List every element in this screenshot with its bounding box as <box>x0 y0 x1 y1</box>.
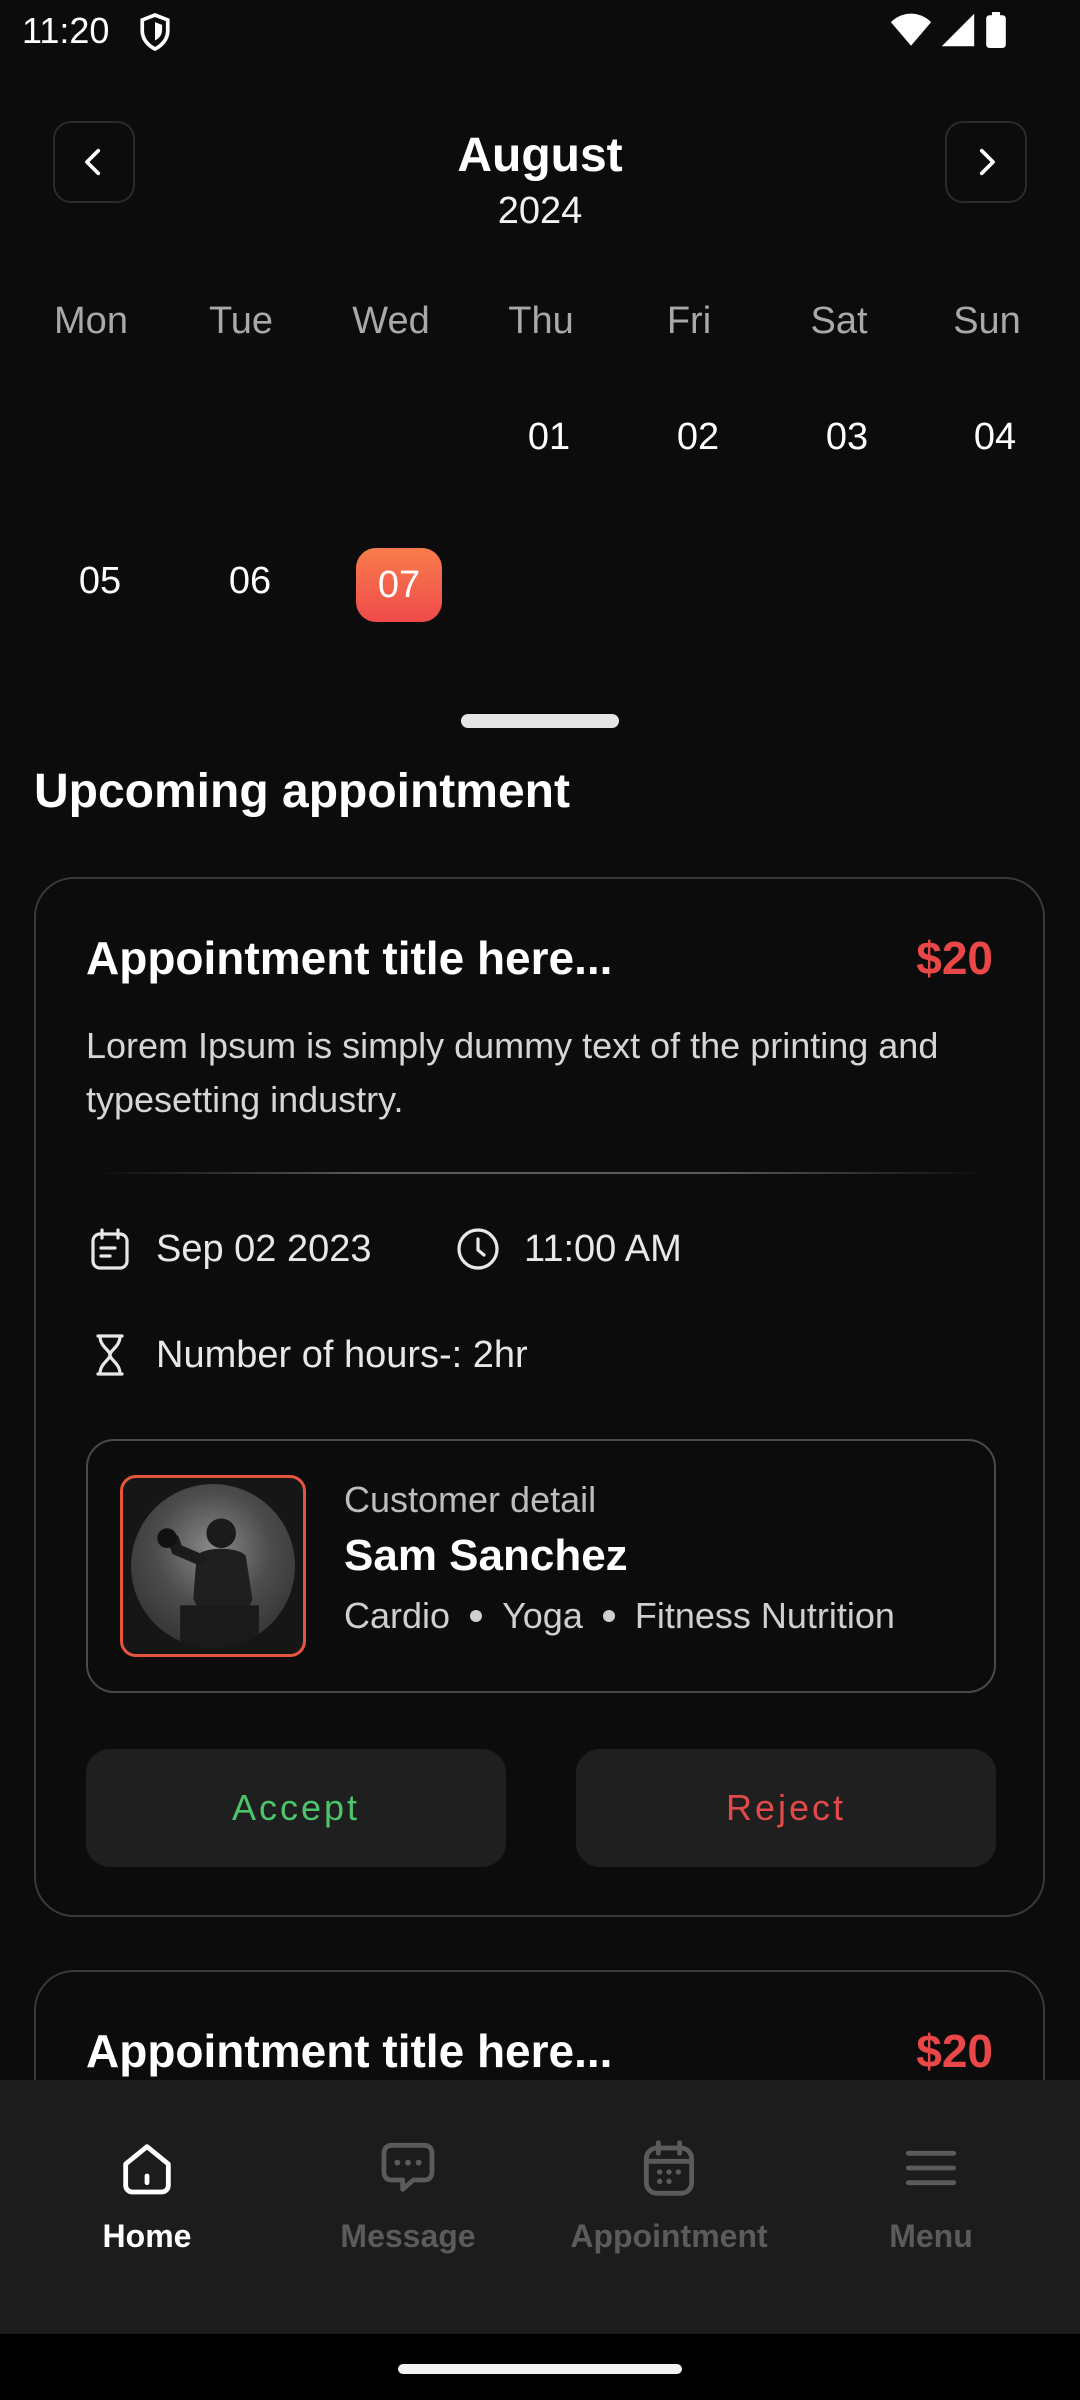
divider <box>96 1172 986 1174</box>
nav-message[interactable]: Message <box>278 2136 538 2255</box>
nav-menu[interactable]: Menu <box>801 2136 1061 2255</box>
customer-avatar <box>131 1484 295 1648</box>
battery-icon <box>986 12 1006 48</box>
section-title: Upcoming appointment <box>34 765 570 818</box>
reject-button[interactable]: Reject <box>576 1749 996 1867</box>
appointment-time: 11:00 AM <box>454 1225 682 1273</box>
calendar-day[interactable]: 02 <box>623 416 773 459</box>
separator-dot <box>470 1610 483 1622</box>
message-icon <box>381 2142 435 2192</box>
appointment-description: Lorem Ipsum is simply dummy text of the … <box>86 1025 939 1120</box>
sheet-drag-handle[interactable] <box>461 714 619 728</box>
nav-label: Home <box>102 2218 192 2254</box>
status-time: 11:20 <box>22 10 110 51</box>
weekday-fri: Fri <box>666 300 712 342</box>
appointment-title: Appointment title here... <box>86 932 613 984</box>
appointment-time-text: 11:00 AM <box>524 1227 682 1270</box>
wifi-icon <box>890 13 932 46</box>
appointment-hours-text: Number of hours-: 2hr <box>156 1333 528 1376</box>
calendar-icon <box>643 2140 695 2196</box>
fitness-person-icon <box>157 1518 259 1648</box>
weekday-mon: Mon <box>54 300 128 342</box>
clock-icon <box>457 1228 499 1270</box>
appointment-date: Sep 02 2023 <box>86 1225 372 1273</box>
bottom-navigation: Home Message Appointment Menu <box>0 2080 1080 2334</box>
appointment-hours: Number of hours-: 2hr <box>86 1331 528 1379</box>
next-month-button[interactable] <box>945 121 1027 203</box>
menu-icon <box>905 2150 957 2186</box>
weekday-wed: Wed <box>352 300 430 342</box>
month-title: August <box>457 129 623 182</box>
calendar-day[interactable]: 03 <box>772 416 922 459</box>
appointment-date-text: Sep 02 2023 <box>156 1227 372 1270</box>
customer-name: Sam Sanchez <box>344 1531 628 1580</box>
calendar-day[interactable]: 05 <box>25 560 175 603</box>
weekday-thu: Thu <box>508 300 574 342</box>
avatar-frame <box>120 1475 306 1657</box>
calendar-day-selected[interactable]: 07 <box>356 548 442 622</box>
appointment-title: Appointment title here... <box>86 2025 613 2077</box>
home-gesture-bar[interactable] <box>398 2364 682 2374</box>
nav-label: Message <box>340 2218 476 2254</box>
year-title: 2024 <box>497 190 583 232</box>
customer-tag: Fitness Nutrition <box>634 1595 895 1636</box>
app-screen: 11:20 August 2024 Mon Tue Wed Thu Fri Sa… <box>0 0 1080 2400</box>
calendar-day[interactable]: 01 <box>474 416 624 459</box>
appointment-card: Appointment title here... $20 Lorem Ipsu… <box>34 877 1045 1917</box>
nav-label: Appointment <box>570 2218 768 2254</box>
accept-button[interactable]: Accept <box>86 1749 506 1867</box>
nav-label: Menu <box>889 2218 973 2254</box>
weekday-sat: Sat <box>810 300 868 342</box>
customer-tag: Yoga <box>502 1595 583 1636</box>
calendar-day[interactable]: 06 <box>175 560 325 603</box>
calendar-day[interactable]: 04 <box>920 416 1070 459</box>
separator-dot <box>602 1610 615 1622</box>
appointment-price: $20 <box>916 2025 993 2077</box>
nav-appointment[interactable]: Appointment <box>539 2136 799 2255</box>
shield-icon <box>140 13 170 52</box>
appointment-price: $20 <box>916 932 993 984</box>
home-icon <box>123 2144 171 2195</box>
customer-tags: Cardio Yoga Fitness Nutrition <box>344 1595 895 1637</box>
nav-home[interactable]: Home <box>17 2136 277 2255</box>
hourglass-icon <box>96 1334 124 1376</box>
customer-detail-card[interactable]: Customer detail Sam Sanchez Cardio Yoga … <box>86 1439 996 1693</box>
status-bar: 11:20 <box>0 0 1080 66</box>
calendar-note-icon <box>91 1228 129 1270</box>
customer-tag: Cardio <box>344 1595 451 1636</box>
weekday-tue: Tue <box>208 300 274 342</box>
signal-icon <box>941 13 975 47</box>
customer-label: Customer detail <box>344 1479 597 1520</box>
weekday-sun: Sun <box>953 300 1021 342</box>
chevron-right-icon <box>979 148 995 176</box>
